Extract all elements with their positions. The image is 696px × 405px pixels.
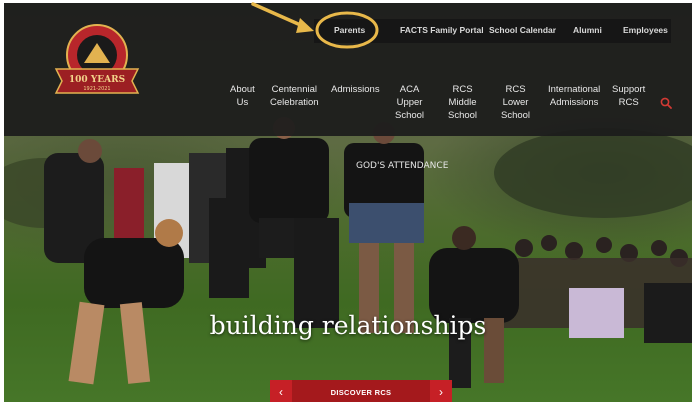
annotation-arrow bbox=[251, 2, 307, 29]
annotation-overlay bbox=[251, 2, 379, 49]
annotation-circle bbox=[315, 11, 379, 49]
annotation-arrowhead bbox=[296, 18, 314, 33]
